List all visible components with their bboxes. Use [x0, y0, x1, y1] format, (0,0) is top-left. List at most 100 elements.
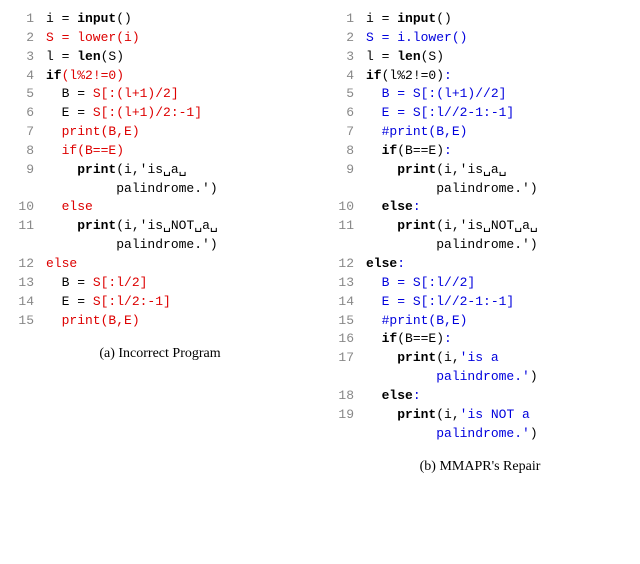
code-segment: : [413, 388, 421, 403]
code-segment: print [397, 218, 436, 233]
code-segment: B = S[:(l+1)//2] [382, 86, 507, 101]
code-segment [366, 199, 382, 214]
right-code-block: 1i = input()2S = i.lower()3l = len(S)4if… [330, 10, 630, 443]
code-segment: S[:(l+1)/2:-1] [93, 105, 202, 120]
code-segment [46, 162, 77, 177]
code-content: if(l%2!=0): [366, 67, 630, 86]
code-segment: print [77, 218, 116, 233]
line-number: 1 [330, 10, 366, 29]
code-content: print(i,'is␣a␣ palindrome.') [366, 161, 630, 199]
code-content: #print(B,E) [366, 123, 630, 142]
code-content: l = len(S) [366, 48, 630, 67]
code-segment: S[:l/2:-1] [93, 294, 171, 309]
code-line: 9 print(i,'is␣a␣ palindrome.') [10, 161, 310, 199]
code-line: 7 print(B,E) [10, 123, 310, 142]
code-line: 6 E = S[:(l+1)/2:-1] [10, 104, 310, 123]
code-line: 12else [10, 255, 310, 274]
line-number: 6 [10, 104, 46, 123]
code-content: if(B==E): [366, 142, 630, 161]
code-segment: else [382, 388, 413, 403]
code-segment: : [444, 143, 452, 158]
line-number: 15 [10, 312, 46, 331]
code-segment: S[:l/2] [93, 275, 148, 290]
code-segment: if [366, 68, 382, 83]
code-content: print(i,'is a palindrome.') [366, 349, 630, 387]
code-segment: l = [46, 49, 77, 64]
code-line: 13 B = S[:l//2] [330, 274, 630, 293]
code-content: else: [366, 387, 630, 406]
code-segment: (i, [436, 350, 459, 365]
line-number: 3 [10, 48, 46, 67]
code-content: S = lower(i) [46, 29, 310, 48]
code-line: 5 B = S[:(l+1)/2] [10, 85, 310, 104]
line-number: 12 [330, 255, 366, 274]
code-content: else [46, 255, 310, 274]
code-content: E = S[:l/2:-1] [46, 293, 310, 312]
code-line: 10 else: [330, 198, 630, 217]
code-segment: print(B,E) [46, 124, 140, 139]
code-content: print(i,'is␣a␣ palindrome.') [46, 161, 310, 199]
code-content: if(l%2!=0) [46, 67, 310, 86]
code-segment: E = S[:l//2-1:-1] [382, 294, 515, 309]
line-number: 15 [330, 312, 366, 331]
code-segment [46, 218, 77, 233]
line-number: 17 [330, 349, 366, 387]
code-segment: B = [46, 275, 93, 290]
code-segment: : [413, 199, 421, 214]
code-segment: (B==E) [397, 331, 444, 346]
code-segment: (B==E) [397, 143, 444, 158]
code-segment: i = [366, 11, 397, 26]
code-segment: input [397, 11, 436, 26]
line-number: 7 [10, 123, 46, 142]
line-number: 10 [10, 198, 46, 217]
line-number: 11 [10, 217, 46, 255]
code-content: else: [366, 198, 630, 217]
code-line: 15 #print(B,E) [330, 312, 630, 331]
code-segment: print [397, 162, 436, 177]
code-segment [366, 124, 382, 139]
line-number: 1 [10, 10, 46, 29]
code-segment: print [397, 350, 436, 365]
line-number: 2 [10, 29, 46, 48]
code-content: S = i.lower() [366, 29, 630, 48]
code-segment: (l%2!=0) [382, 68, 444, 83]
line-number: 14 [330, 293, 366, 312]
code-content: B = S[:l//2] [366, 274, 630, 293]
code-line: 11 print(i,'is␣NOT␣a␣ palindrome.') [10, 217, 310, 255]
code-segment: if [46, 68, 62, 83]
code-segment: ) [530, 369, 538, 384]
code-line: 3l = len(S) [330, 48, 630, 67]
line-number: 9 [10, 161, 46, 199]
code-segment: if [382, 143, 398, 158]
code-line: 18 else: [330, 387, 630, 406]
code-content: E = S[:(l+1)/2:-1] [46, 104, 310, 123]
code-content: print(B,E) [46, 312, 310, 331]
code-line: 6 E = S[:l//2-1:-1] [330, 104, 630, 123]
code-content: print(i,'is␣NOT␣a␣ palindrome.') [366, 217, 630, 255]
line-number: 5 [10, 85, 46, 104]
line-number: 3 [330, 48, 366, 67]
code-content: if(B==E) [46, 142, 310, 161]
code-segment: E = S[:l//2-1:-1] [382, 105, 515, 120]
code-content: else [46, 198, 310, 217]
code-line: 3l = len(S) [10, 48, 310, 67]
code-segment [366, 105, 382, 120]
code-segment: (i, [436, 407, 459, 422]
code-segment: print [77, 162, 116, 177]
code-segment: if(B==E) [46, 143, 124, 158]
line-number: 11 [330, 217, 366, 255]
code-segment: B = [46, 86, 93, 101]
code-line: 12else: [330, 255, 630, 274]
code-line: 8 if(B==E): [330, 142, 630, 161]
code-line: 5 B = S[:(l+1)//2] [330, 85, 630, 104]
code-segment [366, 86, 382, 101]
code-content: #print(B,E) [366, 312, 630, 331]
code-segment [366, 331, 382, 346]
code-line: 10 else [10, 198, 310, 217]
code-segment: (l%2!=0) [62, 68, 124, 83]
code-segment: : [397, 256, 405, 271]
line-number: 8 [330, 142, 366, 161]
line-number: 10 [330, 198, 366, 217]
code-content: print(i,'is␣NOT␣a␣ palindrome.') [46, 217, 310, 255]
code-segment: ) [530, 426, 538, 441]
